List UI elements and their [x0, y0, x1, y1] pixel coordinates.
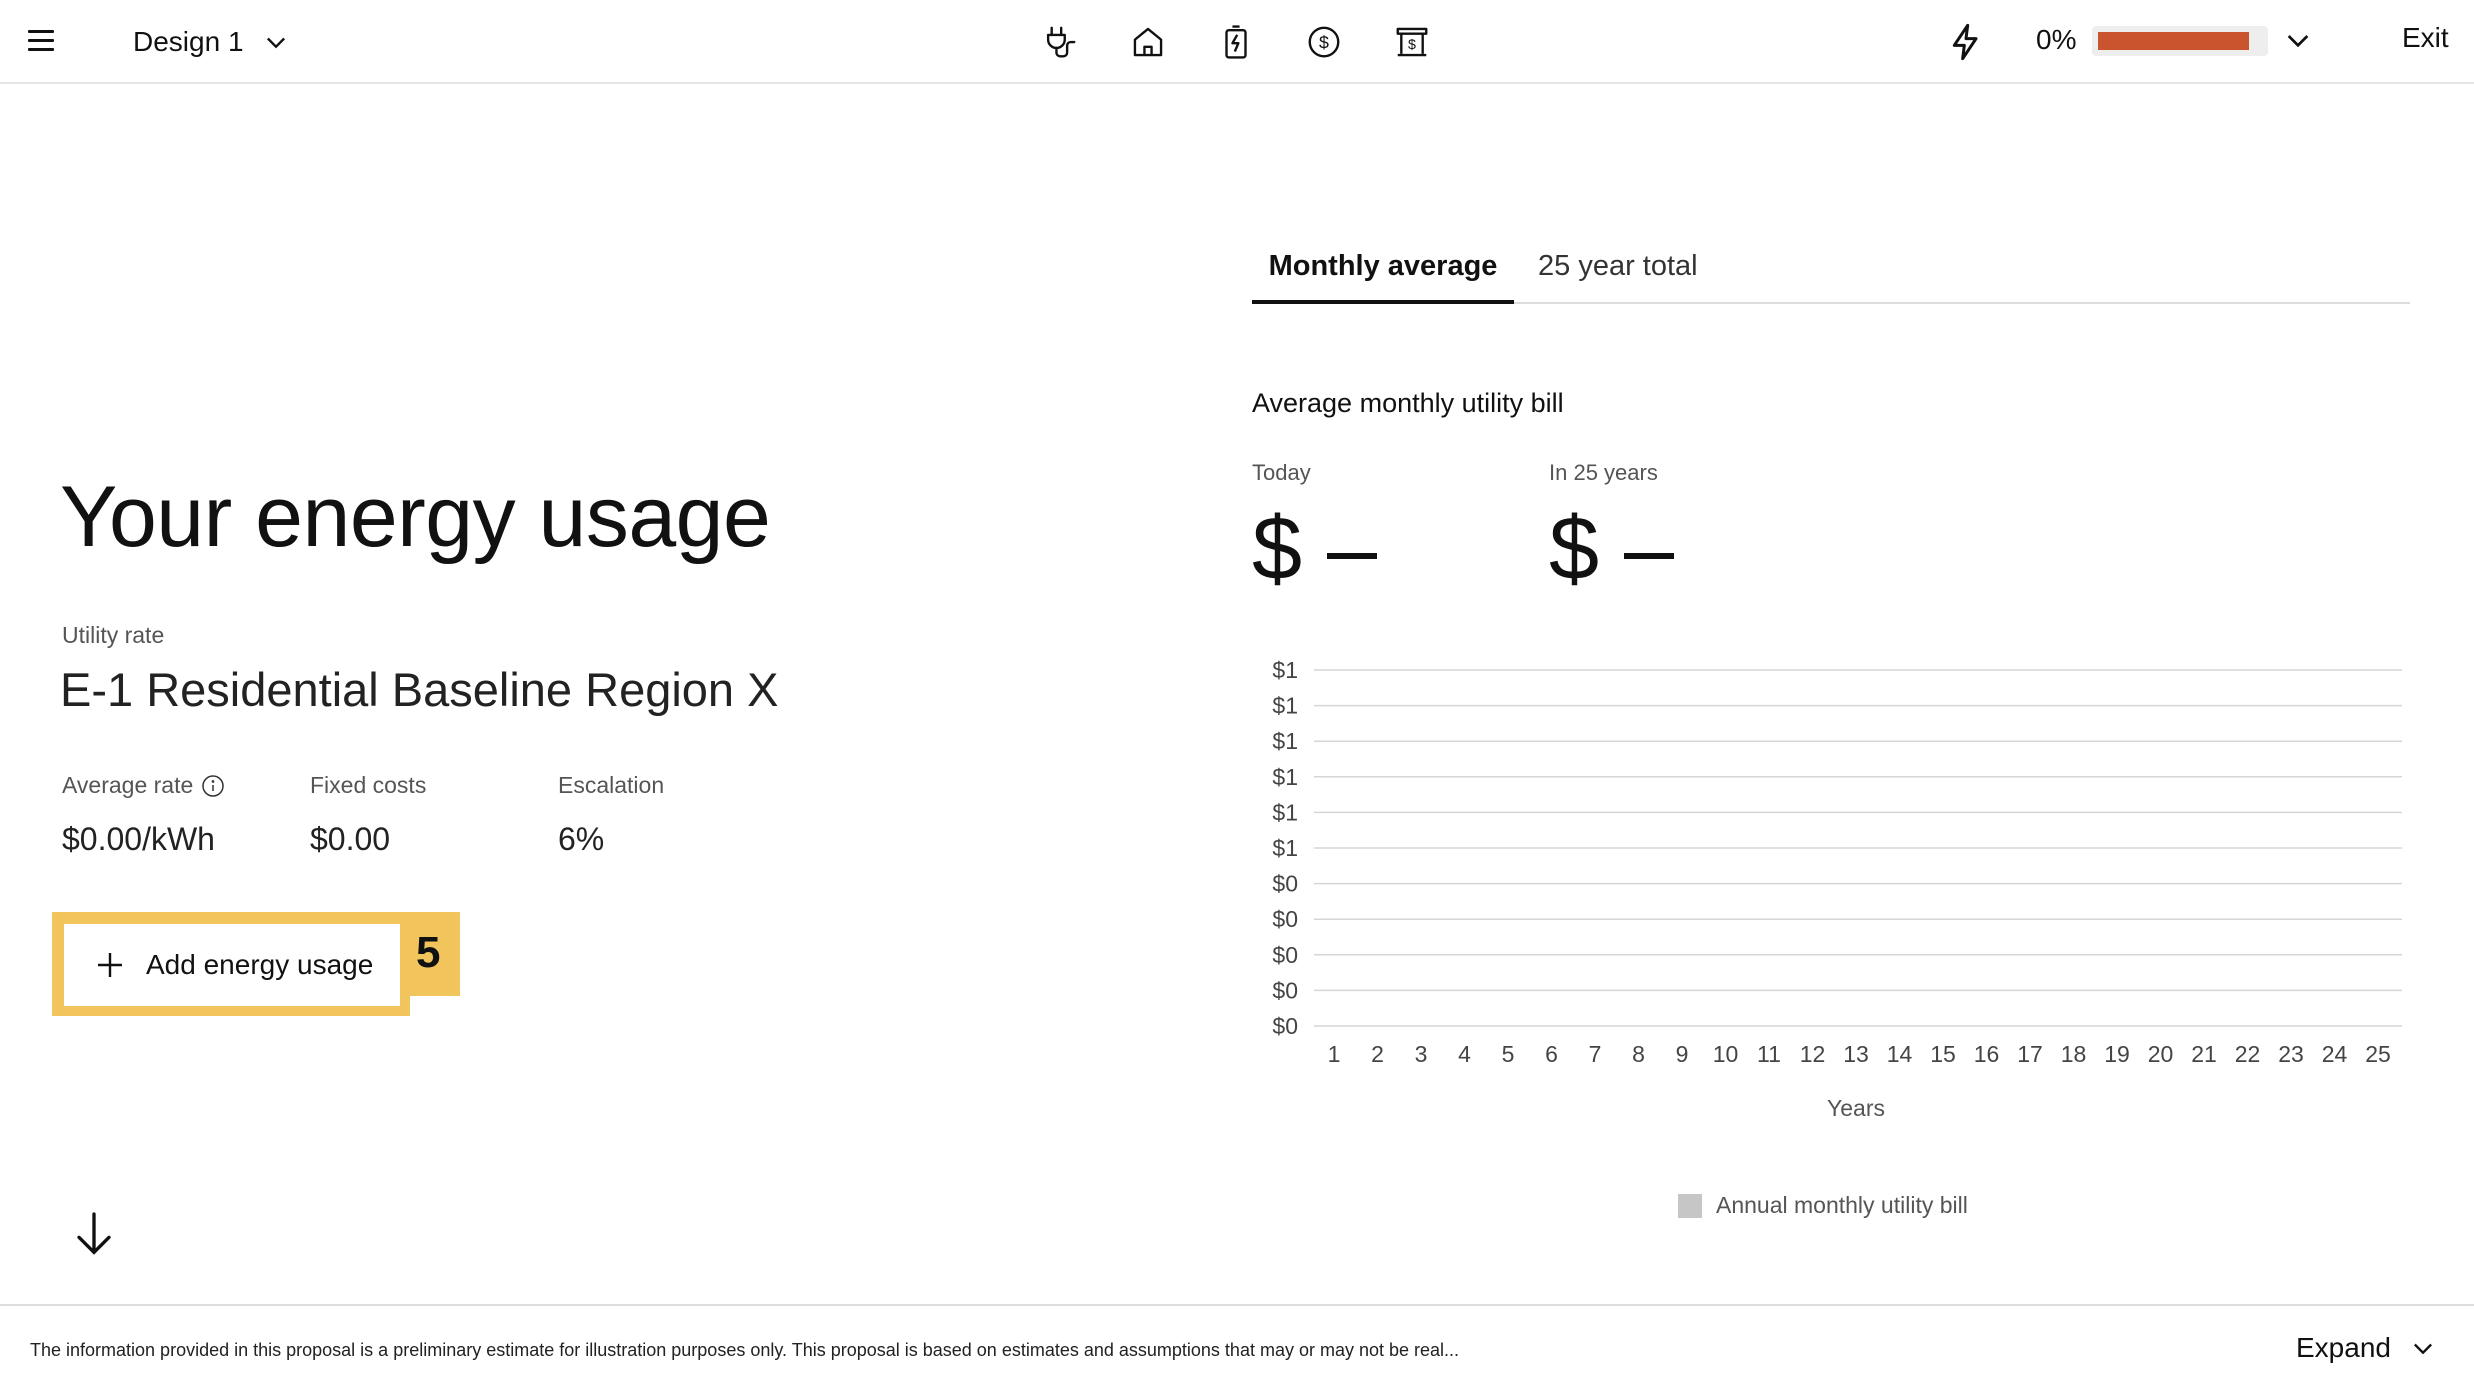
dollar-circle-icon[interactable]: $: [1300, 18, 1348, 66]
y-tick-label: $1: [1272, 835, 1298, 861]
x-tick-label: 16: [1974, 1041, 2000, 1067]
step-number: 5: [416, 928, 441, 977]
legend-swatch: [1678, 1193, 1702, 1218]
metric-label: Escalation: [558, 772, 665, 798]
legend-label: Annual monthly utility bill: [1716, 1192, 1968, 1218]
x-tick-label: 15: [1930, 1041, 1956, 1067]
y-tick-label: $1: [1272, 693, 1298, 719]
x-tick-label: 25: [2365, 1041, 2391, 1067]
chevron-down-icon: [2413, 1343, 2432, 1355]
info-icon[interactable]: [201, 774, 225, 798]
plug-icon[interactable]: [1036, 18, 1084, 66]
x-tick-label: 8: [1632, 1041, 1645, 1067]
bill-future-label: In 25 years: [1549, 460, 1658, 485]
home-icon[interactable]: [1124, 18, 1172, 66]
bill-future-value: $ –: [1549, 499, 1675, 599]
x-tick-label: 18: [2061, 1041, 2087, 1067]
hamburger-menu-icon[interactable]: [26, 26, 58, 58]
metric-average-rate: Average rate $0.00/kWh: [62, 772, 225, 858]
x-axis-label: Years: [1827, 1095, 1885, 1121]
metric-label: Fixed costs: [310, 772, 427, 798]
x-tick-label: 2: [1371, 1041, 1384, 1067]
progress-fill: [2098, 32, 2249, 50]
metric-value: 6%: [558, 821, 605, 857]
progress-bar: [2092, 26, 2268, 56]
exit-button[interactable]: Exit: [2402, 22, 2449, 54]
add-energy-usage-label: Add energy usage: [146, 949, 374, 980]
tab-monthly-average[interactable]: Monthly average: [1252, 250, 1514, 304]
progress-percent: 0%: [2036, 24, 2077, 55]
y-tick-label: $1: [1272, 657, 1298, 683]
x-tick-label: 5: [1502, 1041, 1515, 1067]
svg-text:$: $: [1319, 33, 1329, 53]
expand-label: Expand: [2296, 1332, 2391, 1363]
x-tick-label: 7: [1589, 1041, 1602, 1067]
design-label: Design 1: [133, 26, 244, 57]
x-tick-label: 6: [1545, 1041, 1558, 1067]
x-tick-label: 24: [2322, 1041, 2348, 1067]
chart-legend: Annual monthly utility bill: [1678, 1192, 1968, 1219]
expand-button[interactable]: Expand: [2296, 1332, 2437, 1364]
disclaimer-text: The information provided in this proposa…: [30, 1340, 1460, 1360]
y-tick-label: $0: [1272, 871, 1298, 897]
lightning-icon: [1952, 23, 1978, 61]
x-tick-label: 9: [1676, 1041, 1689, 1067]
y-tick-label: $1: [1272, 728, 1298, 754]
x-tick-label: 13: [1843, 1041, 1869, 1067]
step-navigation: $ $: [1036, 18, 1436, 66]
metric-escalation: Escalation 6%: [558, 772, 664, 858]
footer: The information provided in this proposa…: [0, 1304, 2474, 1384]
x-tick-label: 23: [2278, 1041, 2304, 1067]
battery-charging-icon[interactable]: [1212, 18, 1260, 66]
metric-value: $0.00/kWh: [62, 821, 215, 857]
bank-icon[interactable]: $: [1388, 18, 1436, 66]
bill-today: Today $ –: [1252, 460, 1377, 594]
arrow-down-icon[interactable]: [74, 1210, 114, 1258]
metric-label: Average rate: [62, 772, 194, 798]
y-tick-label: $1: [1272, 799, 1298, 825]
metric-fixed-costs: Fixed costs $0.00: [310, 772, 426, 858]
y-tick-label: $1: [1272, 764, 1298, 790]
y-tick-label: $0: [1272, 906, 1298, 932]
plus-icon: [98, 953, 122, 977]
tab-25-year-total[interactable]: 25 year total: [1538, 250, 1698, 304]
utility-rate-value[interactable]: E-1 Residential Baseline Region X: [60, 662, 778, 717]
svg-text:$: $: [1408, 37, 1416, 53]
chevron-down-icon[interactable]: [2282, 24, 2314, 56]
x-tick-label: 19: [2104, 1041, 2130, 1067]
bill-future: In 25 years $ –: [1549, 460, 1674, 594]
chevron-down-icon: [266, 37, 285, 49]
page-title: Your energy usage: [60, 469, 771, 565]
utility-rate-label: Utility rate: [62, 622, 165, 648]
utility-bill-chart: $1$1$1$1$1$1$0$0$0$0$01 2 3 4 5 6 7 8 9 10 11 12 13 1…: [1272, 657, 2402, 1121]
y-tick-label: $0: [1272, 977, 1298, 1003]
design-selector[interactable]: Design 1: [133, 18, 290, 66]
x-tick-label: 3: [1415, 1041, 1428, 1067]
x-tick-label: 4: [1458, 1041, 1471, 1067]
x-tick-label: 17: [2017, 1041, 2043, 1067]
tab-bar: Monthly average 25 year total: [1252, 250, 2410, 304]
x-tick-label: 10: [1713, 1041, 1739, 1067]
x-tick-label: 1: [1328, 1041, 1341, 1067]
x-tick-label: 21: [2191, 1041, 2217, 1067]
metric-value: $0.00: [310, 821, 391, 857]
x-tick-label: 14: [1887, 1041, 1913, 1067]
x-tick-label: 11: [1757, 1041, 1781, 1067]
top-bar: Design 1 $ $ 0% Exit: [0, 0, 2474, 84]
add-energy-usage-button[interactable]: Add energy usage: [64, 924, 400, 1006]
y-tick-label: $0: [1272, 1013, 1298, 1039]
x-tick-label: 22: [2235, 1041, 2261, 1067]
bill-today-label: Today: [1252, 460, 1311, 485]
bill-today-value: $ –: [1252, 499, 1378, 599]
x-tick-label: 20: [2148, 1041, 2174, 1067]
y-tick-label: $0: [1272, 942, 1298, 968]
bill-title: Average monthly utility bill: [1252, 388, 1564, 418]
x-tick-label: 12: [1800, 1041, 1826, 1067]
